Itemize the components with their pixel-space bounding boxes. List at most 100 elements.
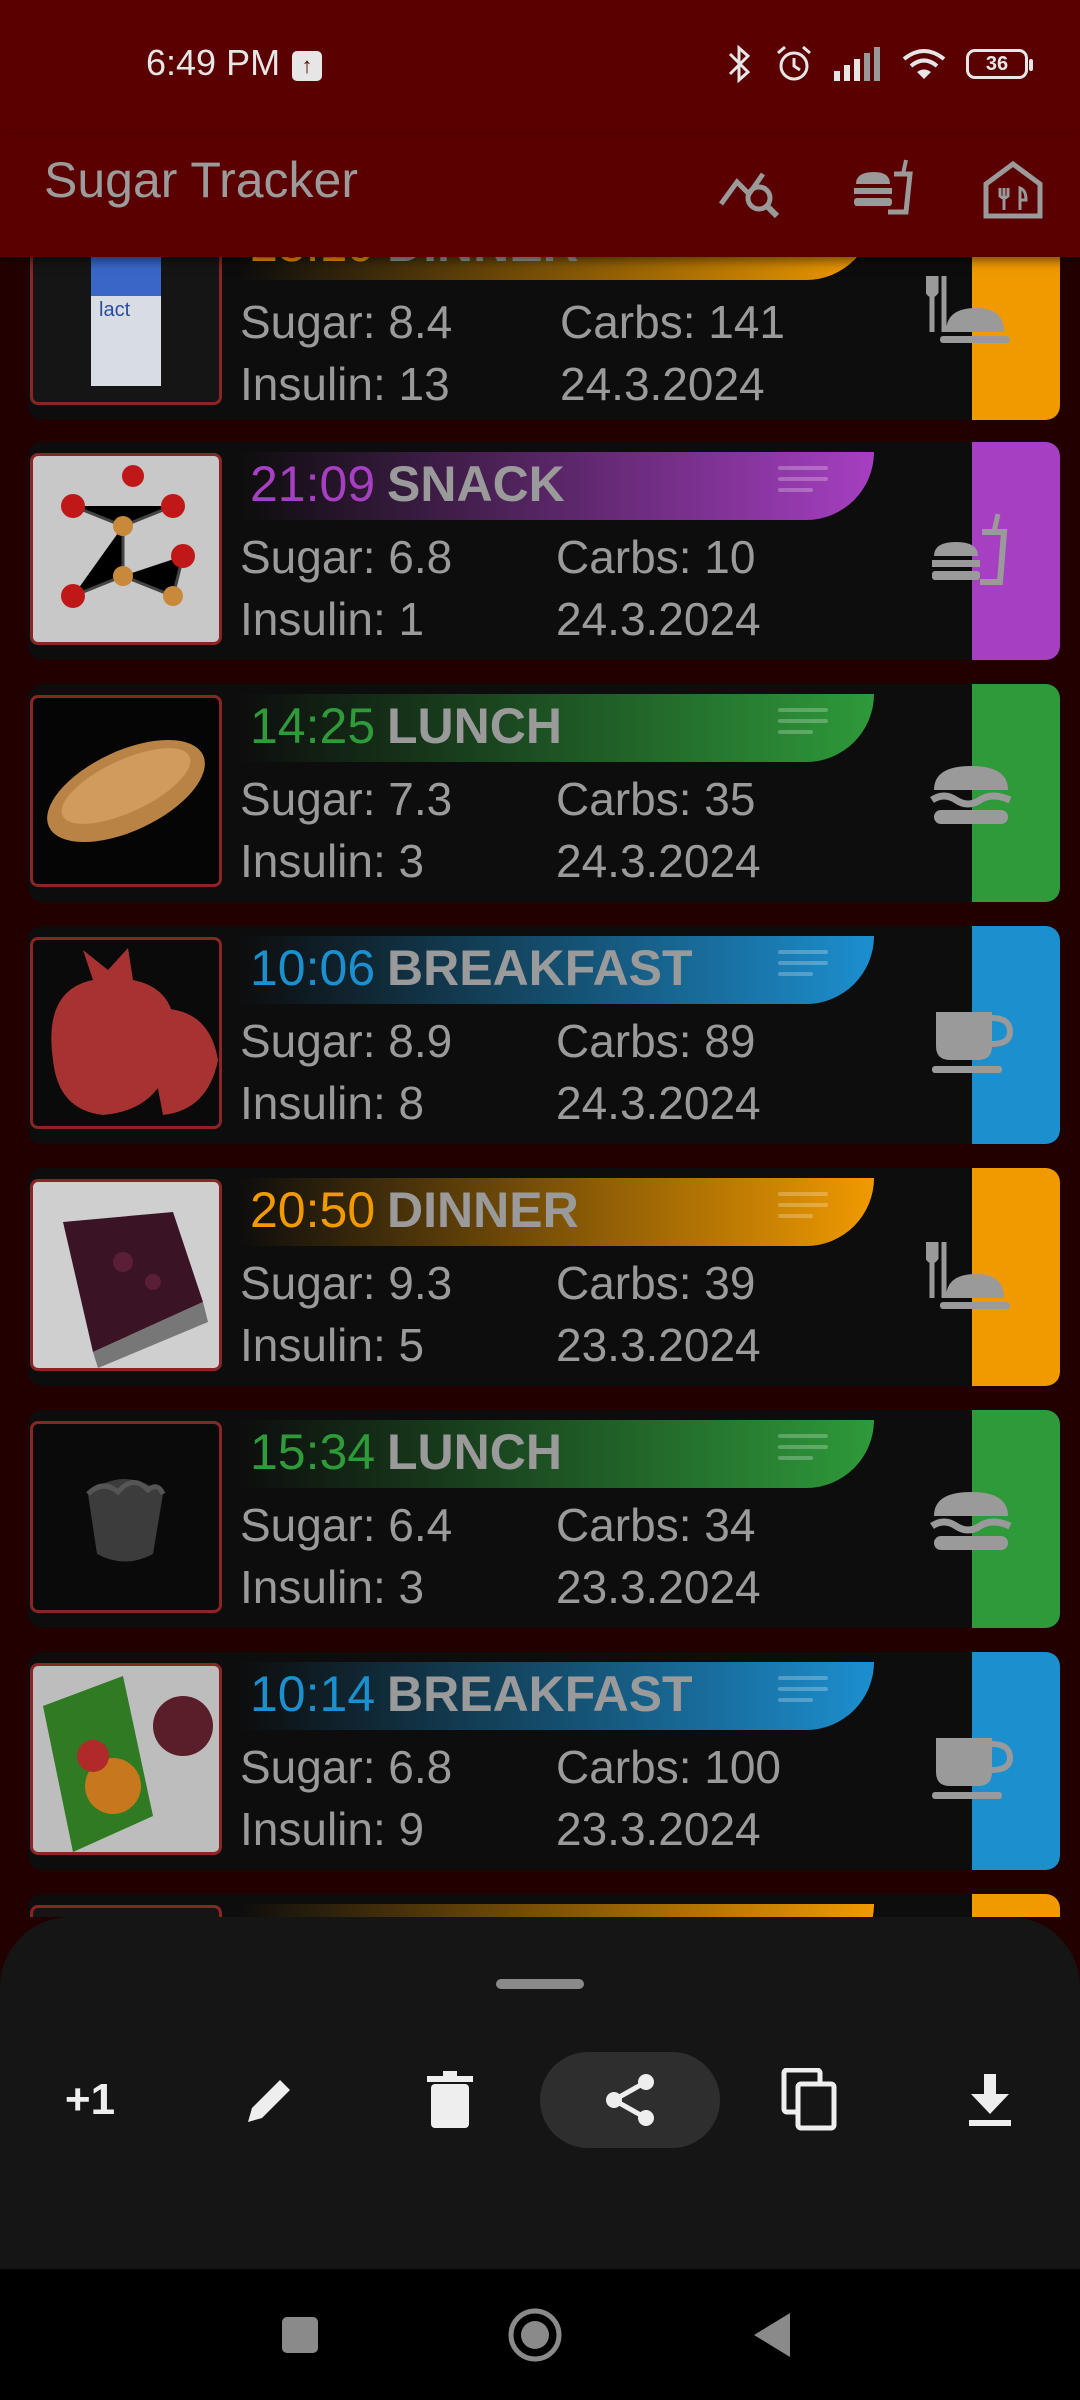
food-photo-fruit xyxy=(30,937,222,1129)
list-item[interactable] xyxy=(28,1894,1060,1917)
entry-sugar: Sugar: 6.4 xyxy=(240,1499,453,1551)
entry-sugar: Sugar: 6.8 xyxy=(240,531,453,583)
system-navigation-bar xyxy=(0,2269,1080,2400)
food-photo-sugar-molecule xyxy=(30,453,222,645)
alarm-icon xyxy=(777,45,811,81)
food-photo-juice-box xyxy=(30,1663,222,1855)
coffee-cup-icon xyxy=(932,1012,1014,1073)
entry-time: 14:25 xyxy=(250,698,376,754)
entry-sugar: Sugar: 8.4 xyxy=(240,296,453,348)
home-button-icon[interactable] xyxy=(507,2307,563,2363)
entry-insulin: Insulin: 1 xyxy=(240,593,425,645)
entry-carbs: Carbs: 141 xyxy=(560,296,786,348)
coffee-cup-icon xyxy=(932,1738,1014,1799)
entry-date: 24.3.2024 xyxy=(556,835,761,887)
snack-icon xyxy=(932,513,1008,585)
meal-color-stripe xyxy=(972,1894,1060,1917)
list-item[interactable]: lact 23:19 DINNER Sugar: 8.4 Carbs: 141 … xyxy=(28,257,1060,420)
burger-icon xyxy=(930,766,1012,824)
list-item[interactable]: 20:50 DINNER Sugar: 9.3 Carbs: 39 Insuli… xyxy=(28,1168,1060,1386)
entry-carbs: Carbs: 89 xyxy=(556,1015,756,1067)
app-title: Sugar Tracker xyxy=(44,152,359,208)
entry-date: 24.3.2024 xyxy=(560,358,765,410)
entry-meal-type: LUNCH xyxy=(387,698,562,754)
entry-insulin: Insulin: 5 xyxy=(240,1319,425,1371)
entry-sugar: Sugar: 6.8 xyxy=(240,1741,453,1793)
list-item[interactable]: 10:14 BREAKFAST Sugar: 6.8 Carbs: 100 In… xyxy=(28,1652,1060,1870)
entry-time: 21:09 xyxy=(250,456,376,512)
entry-meal-type: DINNER xyxy=(387,1182,579,1238)
pencil-icon xyxy=(248,2080,290,2122)
entry-date: 24.3.2024 xyxy=(556,593,761,645)
entries-list[interactable]: lact 23:19 DINNER Sugar: 8.4 Carbs: 141 … xyxy=(0,257,1080,1917)
entry-insulin: Insulin: 8 xyxy=(240,1077,425,1129)
status-icons: 36 xyxy=(724,44,1033,84)
status-bar: 6:49 PM ↑ 36 xyxy=(0,0,1080,135)
status-time: 6:49 PM xyxy=(146,42,281,83)
entry-meal-type: BREAKFAST xyxy=(387,1666,693,1722)
bluetooth-icon xyxy=(728,44,751,84)
dinner-icon xyxy=(926,276,1010,343)
drag-lines-icon xyxy=(778,1434,828,1468)
trash-icon xyxy=(427,2071,473,2128)
app-bar: Sugar Tracker xyxy=(0,135,1080,257)
list-item[interactable]: 15:34 LUNCH Sugar: 6.4 Carbs: 34 Insulin… xyxy=(28,1410,1060,1628)
share-icon xyxy=(606,2074,654,2126)
entry-meal-type: LUNCH xyxy=(387,1424,562,1480)
list-item[interactable]: 10:06 BREAKFAST Sugar: 8.9 Carbs: 89 Ins… xyxy=(28,926,1060,1144)
list-item[interactable]: 14:25 LUNCH Sugar: 7.3 Carbs: 35 Insulin… xyxy=(28,684,1060,902)
delete-button[interactable] xyxy=(390,2052,510,2148)
entry-date: 23.3.2024 xyxy=(556,1561,761,1613)
plus-one-button[interactable]: +1 xyxy=(30,2052,150,2148)
recents-button-icon[interactable] xyxy=(280,2315,320,2355)
entry-insulin: Insulin: 3 xyxy=(240,1561,425,1613)
entry-sugar: Sugar: 7.3 xyxy=(240,773,453,825)
svg-text:lact: lact xyxy=(99,299,131,321)
sheet-drag-handle[interactable] xyxy=(496,1979,584,1989)
meals-icon[interactable] xyxy=(848,154,918,224)
entry-meal-type: BREAKFAST xyxy=(387,940,693,996)
entry-insulin: Insulin: 3 xyxy=(240,835,425,887)
entry-date: 23.3.2024 xyxy=(556,1319,761,1371)
entry-insulin: Insulin: 13 xyxy=(240,358,450,410)
wifi-icon xyxy=(902,49,946,79)
entry-header-bar xyxy=(238,1904,874,1917)
food-photo xyxy=(30,1905,222,1917)
entry-date: 24.3.2024 xyxy=(556,1077,761,1129)
chart-search-icon[interactable] xyxy=(715,154,785,224)
download-button[interactable] xyxy=(930,2052,1050,2148)
list-item[interactable]: 21:09 SNACK Sugar: 6.8 Carbs: 10 Insulin… xyxy=(28,442,1060,660)
dinner-icon xyxy=(926,1242,1010,1309)
restaurant-home-icon[interactable] xyxy=(978,154,1048,224)
entry-carbs: Carbs: 34 xyxy=(556,1499,756,1551)
food-photo-milk-carton: lact xyxy=(30,257,222,405)
entry-carbs: Carbs: 100 xyxy=(556,1741,782,1793)
plus-one-label: +1 xyxy=(64,2075,116,2124)
burger-icon xyxy=(930,1492,1012,1550)
edit-button[interactable] xyxy=(210,2052,330,2148)
entry-time: 10:14 xyxy=(250,1666,376,1722)
back-button-icon[interactable] xyxy=(750,2311,794,2359)
entry-time: 10:06 xyxy=(250,940,376,996)
signal-icon xyxy=(834,47,880,81)
battery-icon: 36 xyxy=(966,49,1033,79)
entry-time: 15:34 xyxy=(250,1424,376,1480)
entry-sugar: Sugar: 9.3 xyxy=(240,1257,453,1309)
bottom-sheet[interactable]: +1 xyxy=(0,1917,1080,2269)
entry-meal-type: DINNER xyxy=(387,257,579,273)
entry-sugar: Sugar: 8.9 xyxy=(240,1015,453,1067)
food-photo-bread xyxy=(30,695,222,887)
drag-lines-icon xyxy=(778,1676,828,1710)
food-photo-cheesecake xyxy=(30,1179,222,1371)
entry-date: 23.3.2024 xyxy=(556,1803,761,1855)
entry-time: 20:50 xyxy=(250,1182,376,1238)
entry-carbs: Carbs: 10 xyxy=(556,531,756,583)
entry-meal-type: SNACK xyxy=(387,456,565,512)
copy-button[interactable] xyxy=(750,2052,870,2148)
drag-lines-icon xyxy=(778,950,828,984)
download-icon xyxy=(969,2074,1011,2126)
entry-carbs: Carbs: 35 xyxy=(556,773,756,825)
food-photo-muffin xyxy=(30,1421,222,1613)
share-button[interactable] xyxy=(540,2052,720,2148)
upload-notification-icon: ↑ xyxy=(292,51,322,81)
